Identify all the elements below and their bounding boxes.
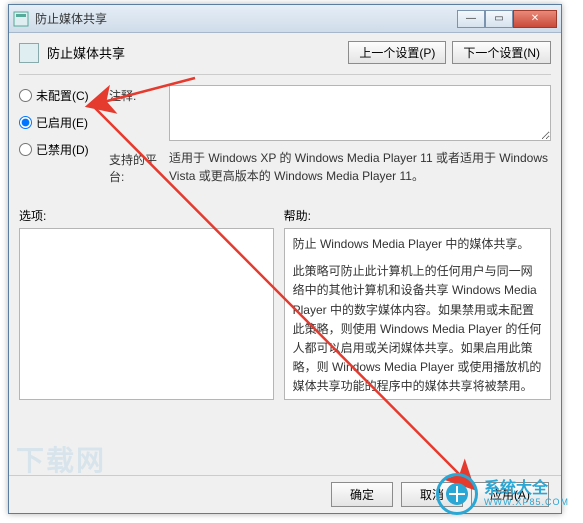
help-paragraph-1: 防止 Windows Media Player 中的媒体共享。 xyxy=(293,235,542,254)
comment-label: 注释: xyxy=(109,85,169,141)
dialog-window: 防止媒体共享 — ▭ ✕ 防止媒体共享 上一个设置(P) 下一个设置(N) 未配… xyxy=(8,4,562,514)
right-column: 注释: 支持的平台: 适用于 Windows XP 的 Windows Medi… xyxy=(109,85,551,193)
radio-enabled-input[interactable] xyxy=(19,116,32,129)
help-column: 帮助: 防止 Windows Media Player 中的媒体共享。 此策略可… xyxy=(284,207,551,400)
radio-not-configured[interactable]: 未配置(C) xyxy=(19,87,109,104)
options-label: 选项: xyxy=(19,207,274,224)
options-column: 选项: xyxy=(19,207,274,400)
divider xyxy=(19,74,551,75)
platform-label: 支持的平台: xyxy=(109,149,169,185)
radio-enabled-label: 已启用(E) xyxy=(36,114,88,131)
next-setting-button[interactable]: 下一个设置(N) xyxy=(452,41,551,64)
radio-not-configured-label: 未配置(C) xyxy=(36,87,89,104)
dialog-content: 防止媒体共享 上一个设置(P) 下一个设置(N) 未配置(C) 已启用(E) xyxy=(9,33,561,408)
window-title: 防止媒体共享 xyxy=(35,10,457,27)
comment-row: 注释: xyxy=(109,85,551,141)
radio-disabled-input[interactable] xyxy=(19,143,32,156)
comment-input[interactable] xyxy=(169,85,551,141)
lower-section: 选项: 帮助: 防止 Windows Media Player 中的媒体共享。 … xyxy=(19,207,551,400)
titlebar: 防止媒体共享 — ▭ ✕ xyxy=(9,5,561,33)
help-box: 防止 Windows Media Player 中的媒体共享。 此策略可防止此计… xyxy=(284,228,551,400)
options-box xyxy=(19,228,274,400)
previous-setting-button[interactable]: 上一个设置(P) xyxy=(348,41,446,64)
radio-disabled[interactable]: 已禁用(D) xyxy=(19,141,109,158)
radio-enabled[interactable]: 已启用(E) xyxy=(19,114,109,131)
policy-icon xyxy=(19,43,39,63)
close-button[interactable]: ✕ xyxy=(513,10,557,28)
radio-not-configured-input[interactable] xyxy=(19,89,32,102)
maximize-button[interactable]: ▭ xyxy=(485,10,513,28)
dialog-footer: 确定 取消 应用(A) xyxy=(9,475,561,513)
platform-text: 适用于 Windows XP 的 Windows Media Player 11… xyxy=(169,149,551,185)
policy-title: 防止媒体共享 xyxy=(47,43,348,62)
platform-row: 支持的平台: 适用于 Windows XP 的 Windows Media Pl… xyxy=(109,149,551,185)
nav-buttons: 上一个设置(P) 下一个设置(N) xyxy=(348,41,551,64)
app-icon xyxy=(13,11,29,27)
radio-group: 未配置(C) 已启用(E) 已禁用(D) xyxy=(19,85,109,193)
help-paragraph-2: 此策略可防止此计算机上的任何用户与同一网络中的其他计算机和设备共享 Window… xyxy=(293,262,542,396)
help-label: 帮助: xyxy=(284,207,551,224)
config-row: 未配置(C) 已启用(E) 已禁用(D) 注释: 支持的平台: xyxy=(19,85,551,193)
apply-button[interactable]: 应用(A) xyxy=(471,482,549,507)
window-buttons: — ▭ ✕ xyxy=(457,10,557,28)
radio-disabled-label: 已禁用(D) xyxy=(36,141,89,158)
minimize-button[interactable]: — xyxy=(457,10,485,28)
header-row: 防止媒体共享 上一个设置(P) 下一个设置(N) xyxy=(19,41,551,64)
cancel-button[interactable]: 取消 xyxy=(401,482,463,507)
ok-button[interactable]: 确定 xyxy=(331,482,393,507)
